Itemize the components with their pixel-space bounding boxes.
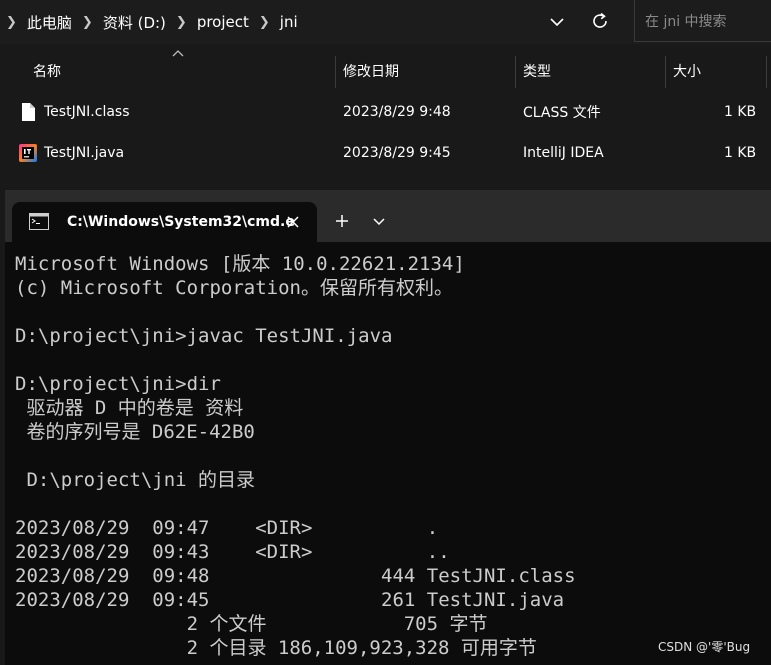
chevron-right-icon[interactable]: ❯ bbox=[253, 15, 276, 30]
column-header-size[interactable]: 大小 bbox=[673, 54, 701, 88]
console-line: D:\project\jni 的目录 bbox=[15, 469, 256, 491]
console-line: 卷的序列号是 D62E-42B0 bbox=[15, 421, 255, 443]
file-type: CLASS 文件 bbox=[523, 105, 601, 121]
tab-dropdown-button[interactable] bbox=[369, 212, 389, 232]
chevron-down-icon bbox=[373, 218, 385, 226]
chevron-right-icon[interactable]: ❯ bbox=[0, 15, 23, 30]
column-divider[interactable] bbox=[665, 56, 666, 88]
console-line: D:\project\jni>dir bbox=[15, 373, 221, 395]
file-list: 名称 修改日期 类型 大小 TestJNI.class 2023/8/29 9:… bbox=[0, 44, 771, 190]
console-output[interactable]: Microsoft Windows [版本 10.0.22621.2134] (c… bbox=[15, 252, 765, 664]
chevron-right-icon[interactable]: ❯ bbox=[170, 15, 193, 30]
close-icon bbox=[287, 216, 299, 228]
sort-ascending-icon bbox=[172, 50, 184, 57]
console-line: 2023/08/29 09:48 444 TestJNI.class bbox=[15, 565, 576, 587]
breadcrumb-drive-d[interactable]: 资料 (D:) bbox=[99, 12, 170, 33]
new-tab-button[interactable] bbox=[331, 210, 353, 232]
breadcrumb-project[interactable]: project bbox=[193, 13, 253, 31]
screen: ❯ 此电脑 ❯ 资料 (D:) ❯ project ❯ jni 在 jni 中搜… bbox=[0, 0, 771, 665]
plus-icon bbox=[336, 215, 348, 227]
console-line: Microsoft Windows [版本 10.0.22621.2134] bbox=[15, 253, 465, 275]
console-line: 2023/08/29 09:47 <DIR> . bbox=[15, 517, 439, 539]
chevron-down-icon bbox=[550, 17, 564, 26]
file-name: TestJNI.class bbox=[44, 104, 130, 120]
column-header-modified[interactable]: 修改日期 bbox=[343, 54, 399, 88]
column-header-name[interactable]: 名称 bbox=[33, 54, 61, 88]
file-type: IntelliJ IDEA bbox=[523, 145, 604, 161]
cmd-icon bbox=[29, 213, 49, 230]
column-divider[interactable] bbox=[335, 56, 336, 88]
address-history-button[interactable] bbox=[545, 10, 569, 34]
chevron-right-icon[interactable]: ❯ bbox=[76, 15, 99, 30]
tab-close-button[interactable] bbox=[283, 212, 303, 232]
console-line: 2023/08/29 09:43 <DIR> .. bbox=[15, 541, 450, 563]
console-line: D:\project\jni>javac TestJNI.java bbox=[15, 325, 393, 347]
column-header-type[interactable]: 类型 bbox=[523, 54, 551, 88]
console-line: 2 个目录 186,109,923,328 可用字节 bbox=[15, 637, 537, 659]
column-divider[interactable] bbox=[766, 56, 767, 88]
search-input[interactable]: 在 jni 中搜索 bbox=[634, 0, 771, 42]
column-divider[interactable] bbox=[515, 56, 516, 88]
intellij-icon bbox=[19, 144, 37, 162]
refresh-icon bbox=[593, 12, 607, 28]
terminal-window: C:\Windows\System32\cmd.e Microsoft Wind… bbox=[5, 190, 771, 665]
file-modified: 2023/8/29 9:48 bbox=[343, 104, 451, 120]
file-size: 1 KB bbox=[724, 104, 757, 120]
console-line: (c) Microsoft Corporation。保留所有权利。 bbox=[15, 277, 453, 299]
file-icon bbox=[22, 103, 35, 121]
breadcrumb-this-pc[interactable]: 此电脑 bbox=[23, 12, 76, 33]
file-row[interactable]: TestJNI.class 2023/8/29 9:48 CLASS 文件 1 … bbox=[0, 92, 771, 132]
watermark: CSDN @'零'Bug bbox=[658, 640, 751, 654]
tab-cmd[interactable]: C:\Windows\System32\cmd.e bbox=[12, 202, 317, 242]
console-line: 2023/08/29 09:45 261 TestJNI.java bbox=[15, 589, 565, 611]
console-line: 驱动器 D 中的卷是 资料 bbox=[15, 397, 244, 419]
tab-strip: C:\Windows\System32\cmd.e bbox=[5, 190, 771, 242]
refresh-button[interactable] bbox=[587, 8, 613, 34]
breadcrumb: ❯ 此电脑 ❯ 资料 (D:) ❯ project ❯ jni bbox=[0, 0, 620, 44]
file-size: 1 KB bbox=[724, 145, 757, 161]
file-row[interactable]: TestJNI.java 2023/8/29 9:45 IntelliJ IDE… bbox=[0, 133, 771, 173]
console-line: 2 个文件 705 字节 bbox=[15, 613, 488, 635]
explorer-address-bar: ❯ 此电脑 ❯ 资料 (D:) ❯ project ❯ jni 在 jni 中搜… bbox=[0, 0, 771, 45]
tab-title: C:\Windows\System32\cmd.e bbox=[67, 214, 295, 230]
file-modified: 2023/8/29 9:45 bbox=[343, 145, 451, 161]
breadcrumb-jni[interactable]: jni bbox=[276, 13, 302, 31]
file-name: TestJNI.java bbox=[44, 145, 125, 161]
